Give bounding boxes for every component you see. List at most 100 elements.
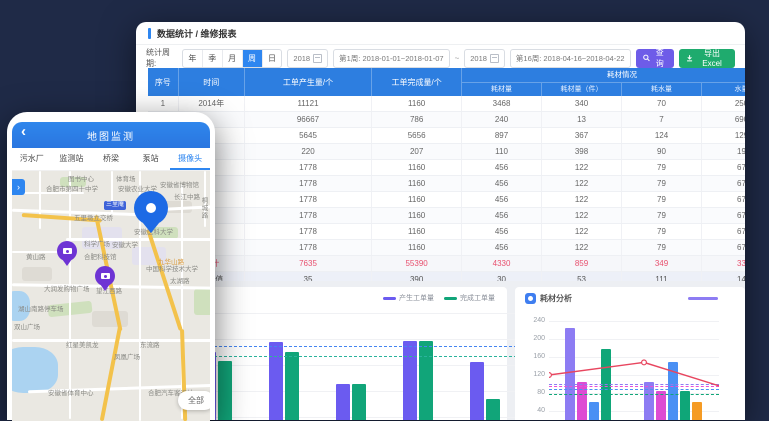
map-label: 桐城路: [198, 197, 208, 220]
export-excel-button[interactable]: 导出Excel: [679, 49, 735, 68]
table-cell: 220: [245, 144, 372, 159]
table-row: 56455656897367124129: [148, 128, 745, 144]
table-cell: 129: [702, 128, 745, 143]
end-year-select[interactable]: 2018: [464, 49, 505, 68]
calendar-icon: [313, 54, 322, 63]
table-cell: 1160: [372, 96, 462, 111]
table-cell: 2014年: [179, 96, 245, 111]
map-park-area: [194, 289, 210, 315]
y-axis-tick: 200: [523, 335, 545, 342]
table-cell: 456: [462, 192, 542, 207]
map-label: 双山广场: [14, 321, 40, 331]
phone-tab-监测站[interactable]: 监测站: [52, 148, 92, 170]
phone-tab-摄像头[interactable]: 摄像头: [170, 148, 210, 170]
table-cell: 110: [462, 144, 542, 159]
table-row: 177811604561227967: [148, 160, 745, 176]
map-label: 安徽大学: [112, 239, 138, 249]
group-column-header: 耗材情况耗材量耗材量（件）耗水量水量: [462, 68, 745, 96]
map[interactable]: 图书中心合肥市第四十中学体育场安徽农业大学安徽省博物馆长江中路桐城路三里庵五里墩…: [12, 171, 210, 421]
calendar-icon: [490, 54, 499, 63]
period-segment: 年季月周日: [182, 49, 282, 68]
table-cell: 240: [462, 112, 542, 127]
map-label: 红星美凯龙: [66, 339, 99, 349]
period-option[interactable]: 季: [203, 50, 223, 67]
map-label: 体育场: [116, 173, 136, 183]
charts-section: 产生工单量完成工单量 360323 耗材分析 2402001601208040: [136, 281, 745, 420]
back-icon[interactable]: ‹: [21, 123, 26, 140]
table-cell: 897: [462, 128, 542, 143]
end-week-input[interactable]: 第16周: 2018-04-16~2018-04-22: [510, 49, 631, 68]
period-option[interactable]: 日: [263, 50, 282, 67]
phone-tab-污水厂[interactable]: 污水厂: [12, 148, 52, 170]
map-label: 九华山路: [158, 256, 184, 266]
table-cell: 79: [622, 224, 702, 239]
map-label: 太湖路: [170, 275, 190, 285]
map-label: 科学广场: [84, 238, 110, 248]
map-road: [39, 171, 41, 229]
total-row: 合计763555390433085934933: [148, 256, 745, 272]
start-year-select[interactable]: 2018: [287, 49, 328, 68]
table-cell: 3468: [462, 96, 542, 111]
legend-item[interactable]: 完成工单量: [444, 293, 495, 303]
y-axis-tick: 240: [523, 317, 545, 324]
workorder-chart-plot: 360323: [184, 311, 532, 420]
map-label: 湖山南路停车场: [18, 303, 64, 313]
map-label: 安徽省博物馆: [160, 179, 199, 189]
legend-item[interactable]: 产生工单量: [383, 293, 434, 303]
bar-完成工单量: [486, 399, 500, 420]
period-option[interactable]: 周: [243, 50, 263, 67]
legend-label: 产生工单量: [399, 293, 434, 303]
search-button[interactable]: 查询: [636, 49, 674, 68]
bar-产生工单量: [269, 342, 283, 420]
table-cell: 456: [462, 224, 542, 239]
period-option[interactable]: 年: [183, 50, 203, 67]
selected-location-pin[interactable]: [134, 191, 168, 235]
phone-mockup: ‹ 地图监测 污水厂监测站桥梁泵站摄像头: [7, 112, 215, 420]
show-all-button[interactable]: 全部: [178, 391, 210, 410]
table-cell: 1778: [245, 192, 372, 207]
map-label: 黄山路: [26, 251, 46, 261]
column-header: 时间: [179, 68, 245, 96]
phone-tab-桥梁[interactable]: 桥梁: [91, 148, 131, 170]
table-cell: 1160: [372, 208, 462, 223]
table-cell: 207: [372, 144, 462, 159]
map-label: 合肥市第四十中学: [46, 183, 98, 193]
map-label: 安徽省体育中心: [48, 387, 94, 397]
table-row: 177811604561227967: [148, 240, 745, 256]
table-cell: 79: [622, 176, 702, 191]
map-road: [69, 171, 71, 419]
start-year-value: 2018: [293, 54, 310, 63]
table-row: 2202071103989019: [148, 144, 745, 160]
table-cell: 367: [542, 128, 622, 143]
table-cell: 55390: [372, 256, 462, 271]
sub-column-headers: 耗材量耗材量（件）耗水量水量: [462, 83, 745, 97]
table-cell: 1160: [372, 176, 462, 191]
y-axis-tick: 80: [523, 389, 545, 396]
map-label: 五里墩立交桥: [74, 212, 113, 222]
phone-tabs: 污水厂监测站桥梁泵站摄像头: [12, 148, 210, 171]
camera-marker[interactable]: [57, 241, 77, 268]
phone-tab-泵站[interactable]: 泵站: [131, 148, 171, 170]
chart-icon: [525, 293, 536, 304]
table-cell: 5656: [372, 128, 462, 143]
table-cell: 1160: [372, 160, 462, 175]
table-cell: 79: [622, 192, 702, 207]
start-week-value: 第1周: 2018-01-01~2018-01-07: [339, 53, 443, 64]
map-label: 东流路: [140, 339, 160, 349]
legend-dash: [383, 297, 396, 300]
bar-产生工单量: [403, 341, 417, 420]
map-building-block: [92, 311, 128, 327]
report-table: 序号时间工单产生量/个工单完成量/个耗材情况耗材量耗材量（件）耗水量水量 120…: [148, 68, 745, 288]
start-week-input[interactable]: 第1周: 2018-01-01~2018-01-07: [333, 49, 449, 68]
map-label: 长江中路: [174, 191, 200, 201]
legend-dash: [444, 297, 457, 300]
camera-marker[interactable]: [95, 266, 115, 293]
table-cell: 1778: [245, 176, 372, 191]
period-option[interactable]: 月: [223, 50, 243, 67]
reference-line: [184, 346, 532, 347]
table-cell: 67: [702, 240, 745, 255]
bar-完成工单量: [352, 384, 366, 420]
map-label: 合肥科技馆: [84, 251, 117, 261]
expand-panel-button[interactable]: ›: [12, 179, 25, 195]
table-cell: 33: [702, 256, 745, 271]
